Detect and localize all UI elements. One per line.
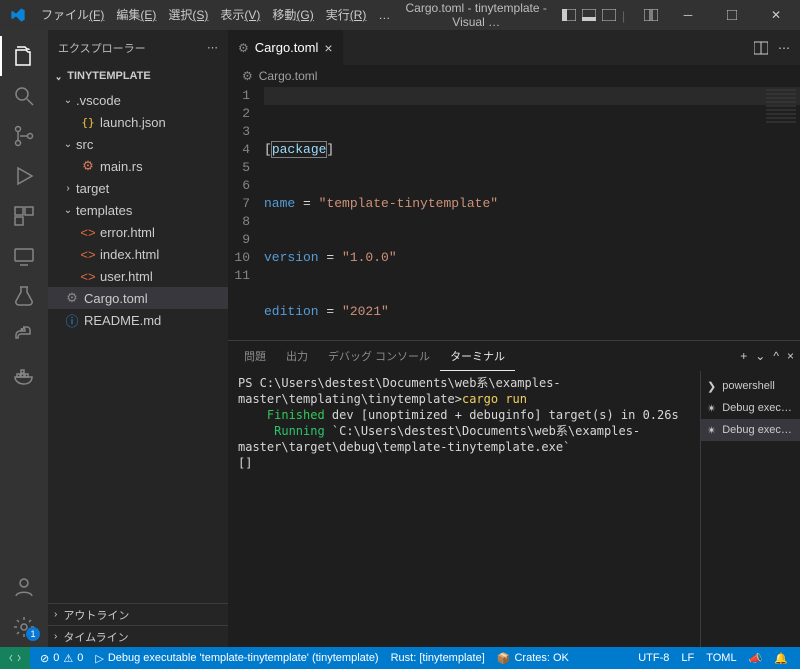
layout-right-icon[interactable] (602, 9, 616, 21)
tree-file-launch-json[interactable]: {}launch.json (48, 111, 228, 133)
status-encoding[interactable]: UTF-8 (632, 647, 675, 669)
activity-search[interactable] (0, 76, 48, 116)
menu-run[interactable]: 実行(R) (320, 0, 373, 30)
sidebar-outline[interactable]: ›アウトライン (48, 603, 228, 625)
activity-docker[interactable] (0, 356, 48, 396)
terminal-tab-debug1[interactable]: ✴Debug exec… (701, 397, 800, 419)
activity-account[interactable] (0, 567, 48, 607)
tree-folder-vscode[interactable]: ⌄.vscode (48, 89, 228, 111)
toml-icon: ⚙ (64, 290, 80, 306)
package-icon: 📦 (497, 652, 511, 665)
json-icon: {} (80, 116, 96, 129)
activity-explorer[interactable] (0, 36, 48, 76)
tree-file-user-html[interactable]: <>user.html (48, 265, 228, 287)
window-minimize[interactable]: ─ (666, 0, 710, 30)
tab-more-icon[interactable]: ⋯ (778, 41, 790, 55)
bug-icon: ✴ (707, 424, 716, 437)
terminal[interactable]: PS C:\Users\destest\Documents\web系\examp… (228, 371, 700, 647)
html-icon: <> (80, 225, 96, 240)
activity-testing[interactable] (0, 276, 48, 316)
tree-file-error-html[interactable]: <>error.html (48, 221, 228, 243)
menu-edit[interactable]: 編集(E) (110, 0, 162, 30)
statusbar: ⊘0⚠0 ▷Debug executable 'template-tinytem… (0, 647, 800, 669)
tree-file-index-html[interactable]: <>index.html (48, 243, 228, 265)
status-language[interactable]: TOML (700, 647, 742, 669)
tree-file-cargo-toml[interactable]: ⚙Cargo.toml (48, 287, 228, 309)
sidebar-root[interactable]: ⌄TINYTEMPLATE (48, 65, 228, 87)
menu-selection[interactable]: 選択(S) (162, 0, 214, 30)
breadcrumbs[interactable]: ⚙ Cargo.toml (228, 65, 800, 87)
sidebar: エクスプローラー ⋯ ⌄TINYTEMPLATE ⌄.vscode {}laun… (48, 30, 228, 647)
menu-more[interactable]: … (372, 0, 396, 30)
activity-run-debug[interactable] (0, 156, 48, 196)
window-maximize[interactable] (710, 0, 754, 30)
panel-tab-output[interactable]: 出力 (276, 341, 318, 371)
terminal-new-icon[interactable]: + (740, 349, 747, 363)
activity-python[interactable] (0, 316, 48, 356)
html-icon: <> (80, 269, 96, 284)
terminal-tab-debug2[interactable]: ✴Debug exec… (701, 419, 800, 441)
bug-icon: ✴ (707, 402, 716, 415)
layout-controls[interactable]: | (556, 9, 664, 21)
layout-custom-icon[interactable] (644, 9, 658, 21)
status-eol[interactable]: LF (675, 647, 700, 669)
rust-icon: ⚙ (80, 158, 96, 174)
status-remote[interactable] (0, 647, 30, 669)
menu-go[interactable]: 移動(G) (266, 0, 319, 30)
titlebar: ファイル(F) 編集(E) 選択(S) 表示(V) 移動(G) 実行(R) … … (0, 0, 800, 30)
minimap[interactable] (766, 89, 796, 125)
toml-icon: ⚙ (242, 69, 253, 83)
sidebar-timeline[interactable]: ›タイムライン (48, 625, 228, 647)
tab-cargo-toml[interactable]: ⚙ Cargo.toml × (228, 30, 344, 65)
menubar: ファイル(F) 編集(E) 選択(S) 表示(V) 移動(G) 実行(R) … (35, 0, 396, 30)
tree-folder-src[interactable]: ⌄src (48, 133, 228, 155)
layout-bottom-icon[interactable] (582, 9, 596, 21)
tree-folder-templates[interactable]: ⌄templates (48, 199, 228, 221)
panel-close-icon[interactable]: × (787, 349, 794, 363)
menu-view[interactable]: 表示(V) (214, 0, 266, 30)
window-close[interactable]: ✕ (754, 0, 798, 30)
tree-folder-target[interactable]: ›target (48, 177, 228, 199)
terminal-dropdown-icon[interactable]: ⌄ (755, 349, 765, 363)
status-problems[interactable]: ⊘0⚠0 (34, 647, 89, 669)
vscode-logo-icon (0, 7, 35, 23)
status-feedback-icon[interactable]: 📣 (743, 647, 769, 669)
settings-badge: 1 (26, 627, 40, 641)
activity-scm[interactable] (0, 116, 48, 156)
info-icon: ⓘ (64, 311, 80, 330)
bottom-panel: 問題 出力 デバッグ コンソール ターミナル + ⌄ ^ × PS C:\Use… (228, 340, 800, 647)
status-debug-target[interactable]: ▷Debug executable 'template-tinytemplate… (89, 647, 384, 669)
close-icon[interactable]: × (324, 40, 332, 56)
activity-extensions[interactable] (0, 196, 48, 236)
status-crates[interactable]: 📦Crates: OK (491, 647, 575, 669)
code-editor[interactable]: 1234567891011 [package] name = "template… (228, 87, 800, 340)
tree-file-readme-md[interactable]: ⓘREADME.md (48, 309, 228, 331)
sidebar-section-label: エクスプローラー (58, 40, 146, 56)
html-icon: <> (80, 247, 96, 262)
status-bell-icon[interactable]: 🔔 (768, 647, 794, 669)
split-editor-icon[interactable] (754, 41, 768, 55)
panel-tab-problems[interactable]: 問題 (234, 341, 276, 371)
layout-left-icon[interactable] (562, 9, 576, 21)
tree-file-main-rs[interactable]: ⚙main.rs (48, 155, 228, 177)
debug-icon: ▷ (95, 652, 103, 665)
window-title: Cargo.toml - tinytemplate - Visual … (396, 1, 556, 29)
activitybar: 1 (0, 30, 48, 647)
terminal-tab-powershell[interactable]: ❯powershell (701, 375, 800, 397)
panel-tab-terminal[interactable]: ターミナル (440, 341, 515, 371)
activity-settings[interactable]: 1 (0, 607, 48, 647)
editor-tabs: ⚙ Cargo.toml × ⋯ (228, 30, 800, 65)
activity-remote[interactable] (0, 236, 48, 276)
menu-file[interactable]: ファイル(F) (35, 0, 110, 30)
toml-icon: ⚙ (238, 41, 249, 55)
panel-maximize-icon[interactable]: ^ (773, 349, 779, 363)
line-gutter: 1234567891011 (228, 87, 264, 340)
shell-icon: ❯ (707, 380, 716, 393)
file-tree: ⌄.vscode {}launch.json ⌄src ⚙main.rs ›ta… (48, 87, 228, 603)
terminal-tabs: ❯powershell ✴Debug exec… ✴Debug exec… (700, 371, 800, 647)
sidebar-more-icon[interactable]: ⋯ (207, 41, 218, 54)
status-rust-target[interactable]: Rust: [tinytemplate] (385, 647, 491, 669)
panel-tab-debug-console[interactable]: デバッグ コンソール (318, 341, 440, 371)
